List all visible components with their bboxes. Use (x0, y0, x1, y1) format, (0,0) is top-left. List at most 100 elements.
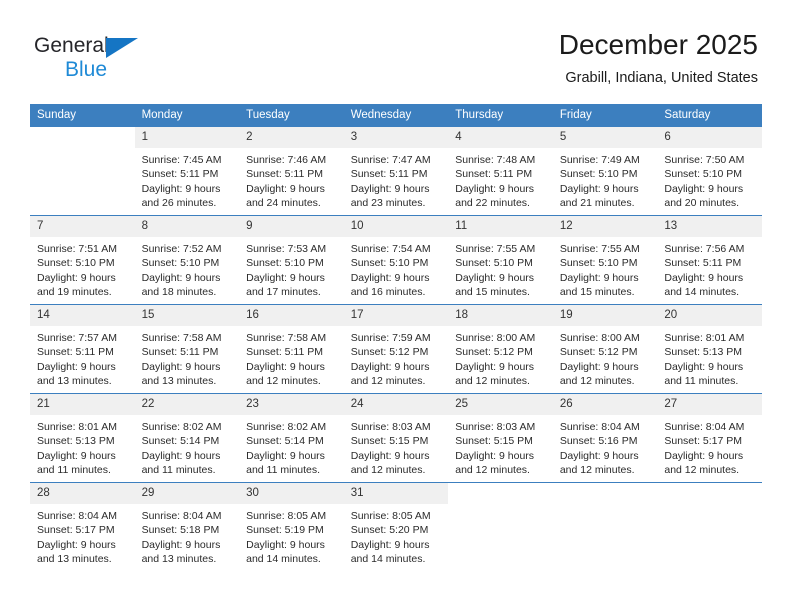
sunset-time: Sunset: 5:10 PM (141, 257, 220, 270)
calendar-day-cell[interactable]: 28 Sunrise: 8:04 AM Sunset: 5:17 PM Dayligh… (30, 482, 135, 571)
calendar-day-cell[interactable]: 18 Sunrise: 8:00 AM Sunset: 5:12 PM Dayligh… (448, 304, 553, 394)
day-details: Sunrise: 7:46 AM Sunset: 5:11 PM Daylight:… (239, 148, 344, 210)
sunrise-time: Sunrise: 7:56 AM (664, 243, 745, 255)
day-number: 16 (239, 305, 344, 326)
daylight-line-1: Daylight: 9 hours (350, 182, 430, 195)
daylight-line-1: Daylight: 9 hours (141, 538, 221, 551)
calendar-body: 1 Sunrise: 7:45 AM Sunset: 5:11 PM Daylight… (30, 127, 762, 571)
calendar-day-cell[interactable]: 31 Sunrise: 8:05 AM Sunset: 5:20 PM Dayligh… (343, 482, 449, 571)
sunset-time: Sunset: 5:16 PM (559, 435, 638, 448)
calendar-day-cell[interactable]: 8 Sunrise: 7:52 AM Sunset: 5:10 PM Daylight… (134, 215, 240, 305)
calendar-day-cell[interactable]: 21 Sunrise: 8:01 AM Sunset: 5:13 PM Dayligh… (30, 393, 135, 483)
sunset-time: Sunset: 5:12 PM (455, 346, 533, 359)
daylight-line-1: Daylight: 9 hours (141, 182, 221, 195)
calendar-day-cell[interactable]: 25 Sunrise: 8:03 AM Sunset: 5:15 PM Dayligh… (448, 393, 553, 483)
sunset-time: Sunset: 5:17 PM (37, 524, 115, 537)
day-number: 21 (30, 394, 135, 415)
calendar-day-cell[interactable]: 27 Sunrise: 8:04 AM Sunset: 5:17 PM Dayligh… (657, 393, 762, 483)
daylight-line-2: and 26 minutes. (141, 196, 217, 209)
calendar-day-cell[interactable]: 22 Sunrise: 8:02 AM Sunset: 5:14 PM Dayligh… (134, 393, 240, 483)
calendar-week-row: 21 Sunrise: 8:01 AM Sunset: 5:13 PM Dayligh… (30, 393, 762, 483)
logo-text-blue: Blue (65, 58, 108, 81)
calendar-table: Sunday Monday Tuesday Wednesday Thursday Frid… (30, 104, 762, 571)
sunrise-time: Sunrise: 7:54 AM (350, 243, 431, 255)
day-details: Sunrise: 8:02 AM Sunset: 5:14 PM Daylight:… (135, 415, 240, 477)
calendar-day-cell[interactable]: 15 Sunrise: 7:58 AM Sunset: 5:11 PM Dayligh… (134, 304, 240, 394)
calendar-day-cell[interactable]: 2 Sunrise: 7:46 AM Sunset: 5:11 PM Daylight… (239, 127, 344, 216)
day-number: 26 (552, 394, 658, 415)
weekday-header-saturday: Saturday (657, 104, 762, 127)
daylight-line-2: and 23 minutes. (350, 196, 426, 209)
day-details: Sunrise: 7:51 AM Sunset: 5:10 PM Daylight:… (30, 237, 135, 299)
calendar-day-cell[interactable]: 24 Sunrise: 8:03 AM Sunset: 5:15 PM Dayligh… (343, 393, 449, 483)
daylight-line-2: and 12 minutes. (350, 463, 426, 476)
daylight-line-1: Daylight: 9 hours (455, 271, 535, 284)
calendar-day-cell[interactable]: 14 Sunrise: 7:57 AM Sunset: 5:11 PM Dayligh… (30, 304, 135, 394)
calendar-day-cell[interactable]: 26 Sunrise: 8:04 AM Sunset: 5:16 PM Dayligh… (552, 393, 658, 483)
weekday-header-wednesday: Wednesday (343, 104, 449, 127)
sunrise-time: Sunrise: 8:05 AM (246, 510, 327, 522)
day-details: Sunrise: 7:58 AM Sunset: 5:11 PM Daylight:… (135, 326, 240, 388)
sunset-time: Sunset: 5:11 PM (350, 168, 428, 181)
day-number: 11 (448, 216, 553, 237)
title-block: December 2025 Grabill, Indiana, United S… (559, 28, 758, 88)
sunrise-time: Sunrise: 8:02 AM (246, 421, 327, 433)
weekday-header-sunday: Sunday (30, 104, 135, 127)
sunset-time: Sunset: 5:14 PM (246, 435, 324, 448)
daylight-line-2: and 12 minutes. (559, 374, 635, 387)
daylight-line-1: Daylight: 9 hours (350, 538, 430, 551)
day-number: 30 (239, 483, 344, 504)
calendar-day-cell[interactable]: 4 Sunrise: 7:48 AM Sunset: 5:11 PM Daylight… (448, 127, 553, 216)
calendar-day-cell[interactable]: 16 Sunrise: 7:58 AM Sunset: 5:11 PM Dayligh… (239, 304, 344, 394)
sunrise-time: Sunrise: 8:04 AM (141, 510, 222, 522)
sunset-time: Sunset: 5:13 PM (37, 435, 115, 448)
calendar-day-cell[interactable]: 3 Sunrise: 7:47 AM Sunset: 5:11 PM Daylight… (343, 127, 449, 216)
calendar-header-row: Sunday Monday Tuesday Wednesday Thursday Frid… (30, 104, 762, 127)
day-details: Sunrise: 7:53 AM Sunset: 5:10 PM Daylight:… (239, 237, 344, 299)
day-number: 19 (552, 305, 658, 326)
daylight-line-1: Daylight: 9 hours (37, 538, 116, 551)
sunrise-time: Sunrise: 8:03 AM (455, 421, 536, 433)
calendar-day-cell[interactable]: 20 Sunrise: 8:01 AM Sunset: 5:13 PM Dayligh… (657, 304, 762, 394)
day-number: 13 (657, 216, 762, 237)
calendar-day-cell[interactable]: 12 Sunrise: 7:55 AM Sunset: 5:10 PM Dayligh… (552, 215, 658, 305)
daylight-line-2: and 11 minutes. (246, 463, 321, 476)
day-number: 10 (343, 216, 449, 237)
day-details: Sunrise: 8:02 AM Sunset: 5:14 PM Daylight:… (239, 415, 344, 477)
calendar-day-cell[interactable]: 5 Sunrise: 7:49 AM Sunset: 5:10 PM Daylight… (552, 127, 658, 216)
calendar-day-cell[interactable]: 11 Sunrise: 7:55 AM Sunset: 5:10 PM Dayligh… (448, 215, 553, 305)
calendar-day-cell[interactable]: 7 Sunrise: 7:51 AM Sunset: 5:10 PM Daylight… (30, 215, 135, 305)
day-details: Sunrise: 8:04 AM Sunset: 5:17 PM Daylight:… (30, 504, 135, 566)
day-details: Sunrise: 7:45 AM Sunset: 5:11 PM Daylight:… (135, 148, 240, 210)
day-number: 17 (343, 305, 449, 326)
calendar-day-cell[interactable]: 13 Sunrise: 7:56 AM Sunset: 5:11 PM Dayligh… (657, 215, 762, 305)
sunset-time: Sunset: 5:20 PM (350, 524, 429, 537)
calendar-day-cell[interactable]: 19 Sunrise: 8:00 AM Sunset: 5:12 PM Dayligh… (552, 304, 658, 394)
sunrise-time: Sunrise: 7:46 AM (246, 154, 327, 166)
day-number: 20 (657, 305, 762, 326)
daylight-line-1: Daylight: 9 hours (559, 182, 639, 195)
calendar-day-cell[interactable]: 9 Sunrise: 7:53 AM Sunset: 5:10 PM Daylight… (239, 215, 344, 305)
daylight-line-2: and 21 minutes. (559, 196, 635, 209)
day-details: Sunrise: 7:58 AM Sunset: 5:11 PM Daylight:… (239, 326, 344, 388)
calendar-day-cell[interactable]: 30 Sunrise: 8:05 AM Sunset: 5:19 PM Dayligh… (239, 482, 344, 571)
daylight-line-1: Daylight: 9 hours (350, 271, 430, 284)
calendar-day-cell[interactable]: 1 Sunrise: 7:45 AM Sunset: 5:11 PM Daylight… (134, 127, 240, 216)
calendar-day-cell[interactable]: 23 Sunrise: 8:02 AM Sunset: 5:14 PM Dayligh… (239, 393, 344, 483)
weekday-header-thursday: Thursday (448, 104, 553, 127)
calendar-day-cell[interactable]: 10 Sunrise: 7:54 AM Sunset: 5:10 PM Dayligh… (343, 215, 449, 305)
sunset-time: Sunset: 5:10 PM (664, 168, 743, 181)
daylight-line-2: and 15 minutes. (559, 285, 635, 298)
calendar-day-cell[interactable]: 29 Sunrise: 8:04 AM Sunset: 5:18 PM Dayligh… (134, 482, 240, 571)
day-details: Sunrise: 8:01 AM Sunset: 5:13 PM Daylight:… (30, 415, 135, 477)
sunrise-time: Sunrise: 8:03 AM (350, 421, 431, 433)
daylight-line-2: and 13 minutes. (37, 374, 112, 387)
calendar-day-cell[interactable]: 17 Sunrise: 7:59 AM Sunset: 5:12 PM Dayligh… (343, 304, 449, 394)
day-number: 5 (552, 127, 658, 148)
daylight-line-2: and 17 minutes. (246, 285, 321, 298)
sunrise-time: Sunrise: 8:00 AM (559, 332, 640, 344)
daylight-line-1: Daylight: 9 hours (141, 449, 221, 462)
sunset-time: Sunset: 5:12 PM (559, 346, 638, 359)
calendar-day-cell[interactable]: 6 Sunrise: 7:50 AM Sunset: 5:10 PM Daylight… (657, 127, 762, 216)
day-number: 2 (239, 127, 344, 148)
